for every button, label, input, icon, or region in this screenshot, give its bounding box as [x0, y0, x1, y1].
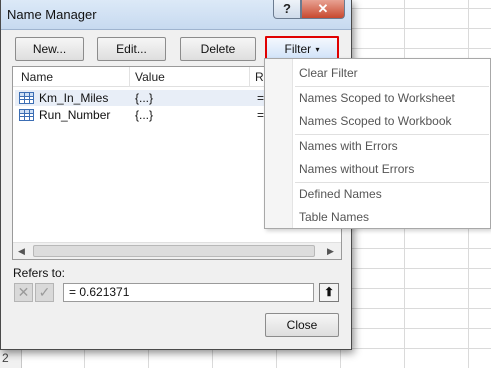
delete-button[interactable]: Delete [180, 37, 256, 61]
window-title: Name Manager [7, 7, 97, 22]
row-refers-to: = [257, 108, 265, 122]
close-button[interactable]: Close [265, 313, 339, 337]
column-divider[interactable] [249, 67, 250, 87]
new-button[interactable]: New... [15, 37, 84, 61]
filter-menu: Clear Filter Names Scoped to Worksheet N… [264, 58, 491, 229]
menu-separator [295, 182, 489, 183]
menu-item-without-errors[interactable]: Names without Errors [299, 162, 414, 176]
menu-item-with-errors[interactable]: Names with Errors [299, 139, 398, 153]
defined-name-icon [19, 92, 34, 104]
row-name: Km_In_Miles [39, 91, 109, 105]
menu-separator [295, 134, 489, 135]
confirm-edit-icon: ✓ [35, 283, 54, 302]
title-bar[interactable]: Name Manager ? ✕ [1, 0, 351, 30]
menu-item-clear-filter[interactable]: Clear Filter [299, 66, 358, 80]
refers-to-input[interactable]: = 0.621371 [63, 283, 314, 302]
edit-button[interactable]: Edit... [97, 37, 166, 61]
refers-to-label: Refers to: [13, 266, 66, 280]
defined-name-icon [19, 109, 34, 121]
scrollbar-thumb[interactable] [33, 245, 315, 257]
menu-item-scoped-worksheet[interactable]: Names Scoped to Worksheet [299, 91, 455, 105]
menu-separator [295, 86, 489, 87]
row-value: {...} [135, 108, 154, 122]
window-close-button[interactable]: ✕ [301, 0, 345, 19]
filter-button-label: Filter [284, 42, 312, 56]
menu-item-defined-names[interactable]: Defined Names [299, 187, 382, 201]
horizontal-scrollbar[interactable]: ◀ ▶ [13, 242, 341, 259]
collapse-dialog-button[interactable]: ⬆ [319, 283, 339, 302]
dropdown-arrow-icon: ▾ [315, 45, 320, 54]
row-value: {...} [135, 91, 154, 105]
row-refers-to: = [257, 91, 265, 105]
menu-item-table-names[interactable]: Table Names [299, 210, 369, 224]
menu-gutter [265, 59, 293, 228]
cancel-edit-icon: ✕ [14, 283, 33, 302]
help-button[interactable]: ? [273, 0, 301, 19]
scroll-left-icon[interactable]: ◀ [18, 246, 25, 257]
column-header-value[interactable]: Value [135, 70, 165, 84]
menu-item-scoped-workbook[interactable]: Names Scoped to Workbook [299, 114, 452, 128]
column-header-name[interactable]: Name [21, 70, 53, 84]
row-name: Run_Number [39, 108, 111, 122]
scroll-right-icon[interactable]: ▶ [327, 246, 334, 257]
column-divider[interactable] [129, 67, 130, 87]
